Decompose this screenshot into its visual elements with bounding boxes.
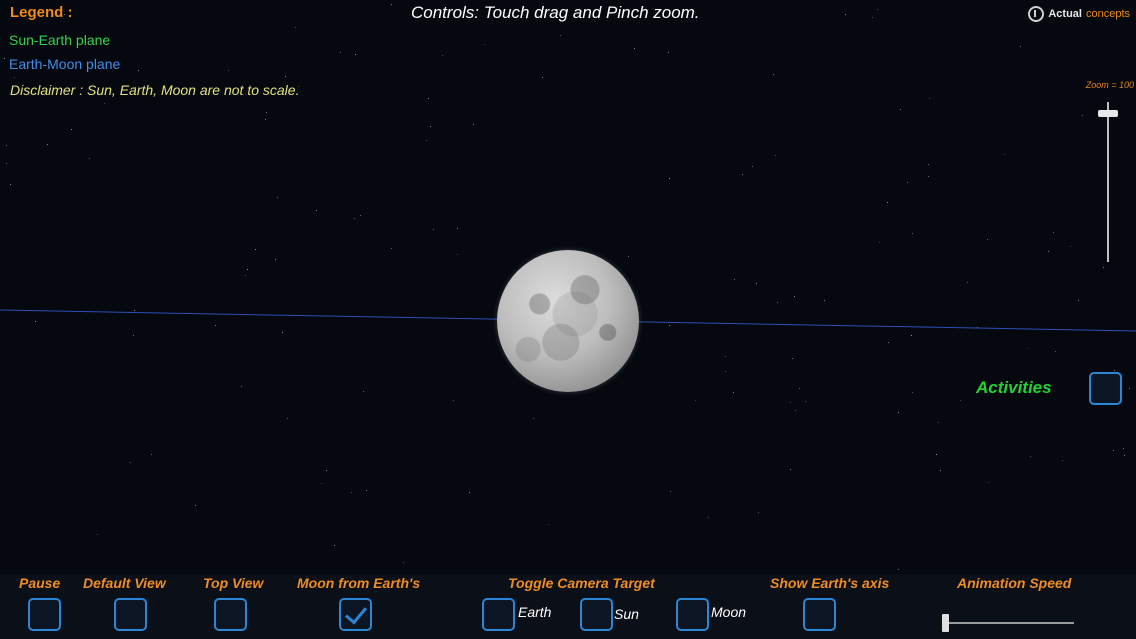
default-view-label: Default View — [83, 575, 166, 591]
show-axis-checkbox[interactable] — [803, 598, 836, 631]
legend-earth-moon-plane: Earth-Moon plane — [9, 56, 121, 72]
pause-checkbox[interactable] — [28, 598, 61, 631]
brand-logo[interactable]: Actual concepts — [1028, 6, 1130, 22]
camera-moon-checkbox[interactable] — [676, 598, 709, 631]
animation-speed-handle[interactable] — [942, 614, 949, 632]
controls-hint: Controls: Touch drag and Pinch zoom. — [411, 3, 700, 22]
activities-label: Activities — [976, 378, 1052, 397]
camera-sun-checkbox[interactable] — [580, 598, 613, 631]
camera-earth-checkbox[interactable] — [482, 598, 515, 631]
actual-concepts-logo-icon — [1028, 6, 1045, 22]
zoom-label: Zoom = 100 — [1085, 80, 1134, 90]
zoom-slider-handle[interactable] — [1098, 110, 1118, 117]
legend-sun-earth-plane: Sun-Earth plane — [9, 32, 111, 48]
moon-from-earth-checkbox[interactable] — [339, 598, 372, 631]
zoom-slider-track[interactable] — [1107, 102, 1109, 262]
toggle-camera-label: Toggle Camera Target — [508, 575, 655, 591]
camera-sun-label: Sun — [614, 606, 639, 622]
legend-title: Legend : — [10, 4, 73, 21]
activities-checkbox[interactable] — [1089, 372, 1122, 405]
default-view-checkbox[interactable] — [114, 598, 147, 631]
bottom-toolbar: Pause Default View Top View Moon from Ea… — [0, 574, 1136, 639]
camera-earth-label: Earth — [518, 604, 552, 620]
camera-moon-label: Moon — [711, 604, 747, 620]
brand-name-concepts: concepts — [1085, 8, 1130, 20]
moon-from-earth-label: Moon from Earth's — [297, 575, 421, 591]
animation-speed-track[interactable] — [942, 622, 1074, 624]
show-axis-label: Show Earth's axis — [770, 575, 890, 591]
brand-name-actual: Actual — [1048, 8, 1082, 20]
moon-sphere[interactable] — [497, 250, 639, 392]
animation-speed-label: Animation Speed — [957, 575, 1072, 591]
disclaimer-text: Disclaimer : Sun, Earth, Moon are not to… — [10, 82, 300, 98]
top-view-checkbox[interactable] — [214, 598, 247, 631]
pause-label: Pause — [19, 575, 61, 591]
top-view-label: Top View — [203, 575, 264, 591]
